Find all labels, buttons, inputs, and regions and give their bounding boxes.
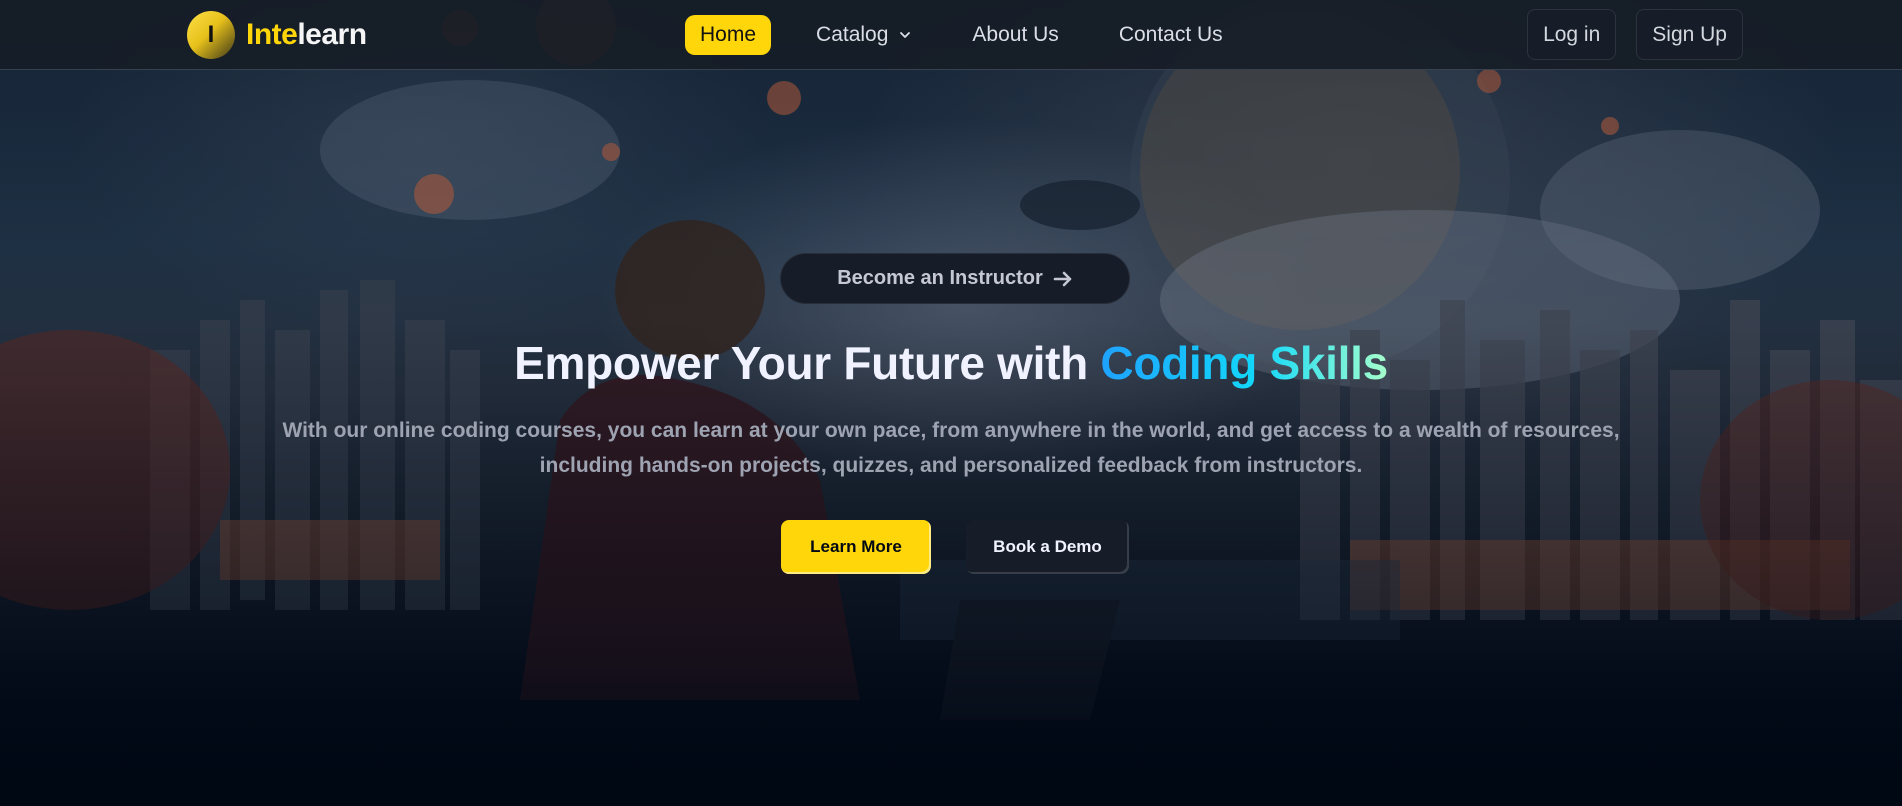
book-demo-button[interactable]: Book a Demo [966, 520, 1129, 574]
nav-item-about-us[interactable]: About Us [957, 15, 1073, 55]
main-nav: Home Catalog About Us Contact Us [685, 15, 1238, 55]
brand-logo[interactable]: I Intelearn [187, 11, 367, 59]
logo-badge-letter: I [207, 21, 215, 48]
nav-item-home[interactable]: Home [685, 15, 772, 55]
become-instructor-button[interactable]: Become an Instructor [780, 253, 1130, 304]
login-button[interactable]: Log in [1527, 9, 1617, 60]
hero-headline-plain: Empower Your Future with [514, 337, 1101, 389]
auth-actions: Log in Sign Up [1527, 9, 1743, 60]
brand-name-rest: learn [297, 18, 367, 51]
top-navbar: I Intelearn Home Catalog About Us Contac… [0, 0, 1902, 70]
hero-headline: Empower Your Future with Coding Skills [0, 336, 1902, 390]
learn-more-button[interactable]: Learn More [781, 520, 931, 574]
chevron-down-icon [900, 32, 911, 38]
nav-item-contact-us[interactable]: Contact Us [1104, 15, 1238, 55]
brand-name-accent: Inte [246, 18, 298, 51]
signup-button[interactable]: Sign Up [1636, 9, 1743, 60]
nav-item-label: Contact Us [1118, 23, 1223, 46]
hero-description: With our online coding courses, you can … [282, 419, 1620, 477]
hero-headline-highlight: Coding Skills [1100, 337, 1388, 389]
hero-overlay [0, 0, 1902, 806]
logo-badge-icon: I [187, 11, 235, 59]
nav-item-label: About Us [972, 23, 1059, 46]
arrow-right-icon [1053, 271, 1072, 286]
nav-item-label: Home [700, 23, 757, 46]
nav-item-label: Catalog [816, 23, 889, 46]
brand-name: Intelearn [246, 18, 367, 52]
become-instructor-label: Become an Instructor [837, 267, 1043, 289]
nav-item-catalog[interactable]: Catalog [801, 15, 927, 55]
